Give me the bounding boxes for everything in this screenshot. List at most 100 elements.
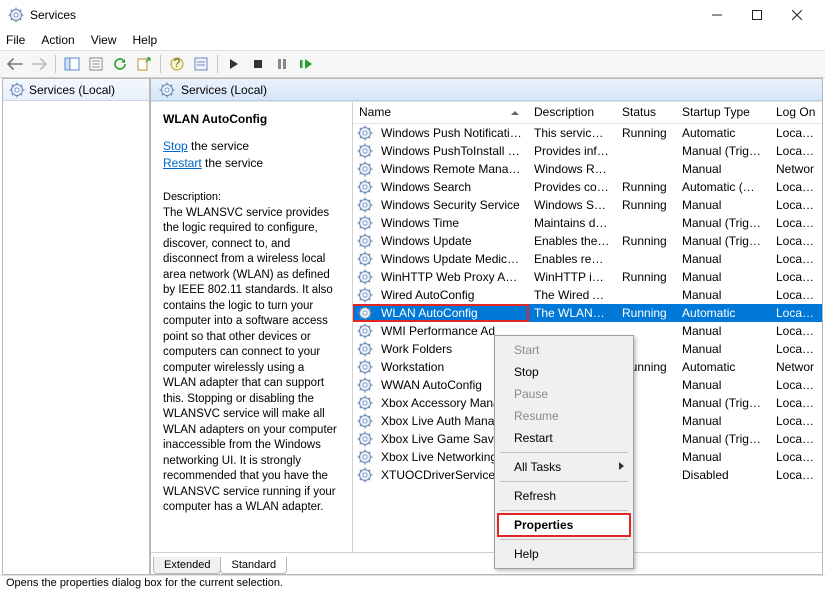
start-service-button[interactable] [223, 53, 245, 75]
menu-item-help[interactable]: Help [498, 543, 630, 565]
help-toolbar-button[interactable]: ? [166, 53, 188, 75]
menu-item-properties[interactable]: Properties [498, 514, 630, 536]
menu-separator [500, 481, 628, 482]
gear-icon [9, 82, 25, 98]
service-startup: Automatic [676, 126, 770, 140]
svg-text:?: ? [174, 57, 181, 70]
service-row[interactable]: WinHTTP Web Proxy Auto-…WinHTTP i…Runnin… [353, 268, 822, 286]
service-logon: Local Sy [770, 198, 822, 212]
service-row[interactable]: Windows TimeMaintains d…Manual (Trig…Loc… [353, 214, 822, 232]
service-description: The WLANSVC service provides the logic r… [163, 206, 340, 516]
service-startup: Manual [676, 414, 770, 428]
service-row[interactable]: Windows Push Notification…This service …… [353, 124, 822, 142]
tab-extended[interactable]: Extended [153, 557, 221, 574]
service-name: Windows Remote Manage… [375, 162, 528, 176]
service-logon: Networ [770, 360, 822, 374]
detail-pane: WLAN AutoConfig Stop the service Restart… [151, 102, 353, 552]
context-menu[interactable]: StartStopPauseResumeRestartAll TasksRefr… [494, 335, 634, 569]
service-logon: Local Sy [770, 432, 822, 446]
title-bar: Services [0, 0, 825, 30]
gear-icon [357, 197, 373, 213]
menu-file[interactable]: File [6, 33, 25, 47]
menu-action[interactable]: Action [41, 33, 74, 47]
service-startup: Manual [676, 288, 770, 302]
refresh-button[interactable] [109, 53, 131, 75]
col-description[interactable]: Description [528, 102, 616, 123]
service-desc: The Wired A… [528, 288, 616, 302]
service-logon: Local Sy [770, 288, 822, 302]
gear-icon [357, 233, 373, 249]
service-name: Windows Update [375, 234, 528, 248]
service-name: WinHTTP Web Proxy Auto-… [375, 270, 528, 284]
service-row[interactable]: WLAN AutoConfigThe WLANS…RunningAutomati… [353, 304, 822, 322]
back-button[interactable] [4, 53, 26, 75]
gear-icon [357, 467, 373, 483]
service-startup: Automatic [676, 306, 770, 320]
stop-service-button[interactable] [247, 53, 269, 75]
service-status: Running [616, 270, 676, 284]
service-logon: Local Sy [770, 468, 822, 482]
menu-item-all-tasks[interactable]: All Tasks [498, 456, 630, 478]
content-pane: Services (Local) WLAN AutoConfig Stop th… [151, 79, 822, 574]
restart-service-button[interactable] [295, 53, 317, 75]
service-row[interactable]: Wired AutoConfigThe Wired A…ManualLocal … [353, 286, 822, 304]
pause-service-button[interactable] [271, 53, 293, 75]
submenu-arrow-icon [619, 462, 624, 470]
export-list-button[interactable] [133, 53, 155, 75]
properties-toolbar-button[interactable] [85, 53, 107, 75]
service-startup: Manual [676, 198, 770, 212]
show-hide-tree-button[interactable] [61, 53, 83, 75]
service-startup: Manual [676, 342, 770, 356]
col-startup[interactable]: Startup Type [676, 102, 770, 123]
gear-icon [357, 215, 373, 231]
gear-icon [357, 305, 373, 321]
menu-view[interactable]: View [91, 33, 117, 47]
menu-item-refresh[interactable]: Refresh [498, 485, 630, 507]
service-row[interactable]: Windows Update Medic Ser…Enables rem…Man… [353, 250, 822, 268]
service-desc: Windows Se… [528, 198, 616, 212]
gear-icon [357, 377, 373, 393]
service-logon: Local Sy [770, 306, 822, 320]
close-button[interactable] [777, 0, 817, 30]
menu-bar: File Action View Help [0, 30, 825, 50]
service-startup: Manual [676, 324, 770, 338]
service-startup: Automatic (… [676, 180, 770, 194]
menu-item-resume: Resume [498, 405, 630, 427]
service-startup: Manual [676, 252, 770, 266]
service-desc: Enables the … [528, 234, 616, 248]
service-logon: Local Sy [770, 144, 822, 158]
service-row[interactable]: Windows Remote Manage…Windows R…ManualNe… [353, 160, 822, 178]
gear-icon [357, 395, 373, 411]
maximize-button[interactable] [737, 0, 777, 30]
service-logon: Local Se [770, 216, 822, 230]
service-startup: Manual [676, 162, 770, 176]
service-row[interactable]: Windows SearchProvides co…RunningAutomat… [353, 178, 822, 196]
gear-icon [357, 143, 373, 159]
service-props-button[interactable] [190, 53, 212, 75]
col-status[interactable]: Status [616, 102, 676, 123]
service-row[interactable]: Windows Security ServiceWindows Se…Runni… [353, 196, 822, 214]
nav-tree[interactable]: Services (Local) [3, 79, 151, 574]
main-frame: Services (Local) Services (Local) WLAN A… [2, 78, 823, 575]
service-startup: Manual [676, 450, 770, 464]
gear-icon [357, 449, 373, 465]
col-logon[interactable]: Log On [770, 102, 822, 123]
service-logon: Local Sy [770, 414, 822, 428]
restart-service-link[interactable]: Restart [163, 156, 202, 170]
service-startup: Manual (Trig… [676, 216, 770, 230]
minimize-button[interactable] [697, 0, 737, 30]
service-name: Windows Search [375, 180, 528, 194]
forward-button[interactable] [28, 53, 50, 75]
gear-icon [357, 413, 373, 429]
stop-service-link[interactable]: Stop [163, 139, 188, 153]
col-name[interactable]: Name [353, 102, 528, 123]
list-header[interactable]: Name Description Status Startup Type Log… [353, 102, 822, 124]
service-startup: Manual (Trig… [676, 144, 770, 158]
service-desc: WinHTTP i… [528, 270, 616, 284]
service-row[interactable]: Windows PushToInstall Serv…Provides inf…… [353, 142, 822, 160]
menu-item-stop[interactable]: Stop [498, 361, 630, 383]
service-row[interactable]: Windows UpdateEnables the …RunningManual… [353, 232, 822, 250]
menu-item-restart[interactable]: Restart [498, 427, 630, 449]
tab-standard[interactable]: Standard [220, 557, 287, 574]
menu-help[interactable]: Help [133, 33, 158, 47]
